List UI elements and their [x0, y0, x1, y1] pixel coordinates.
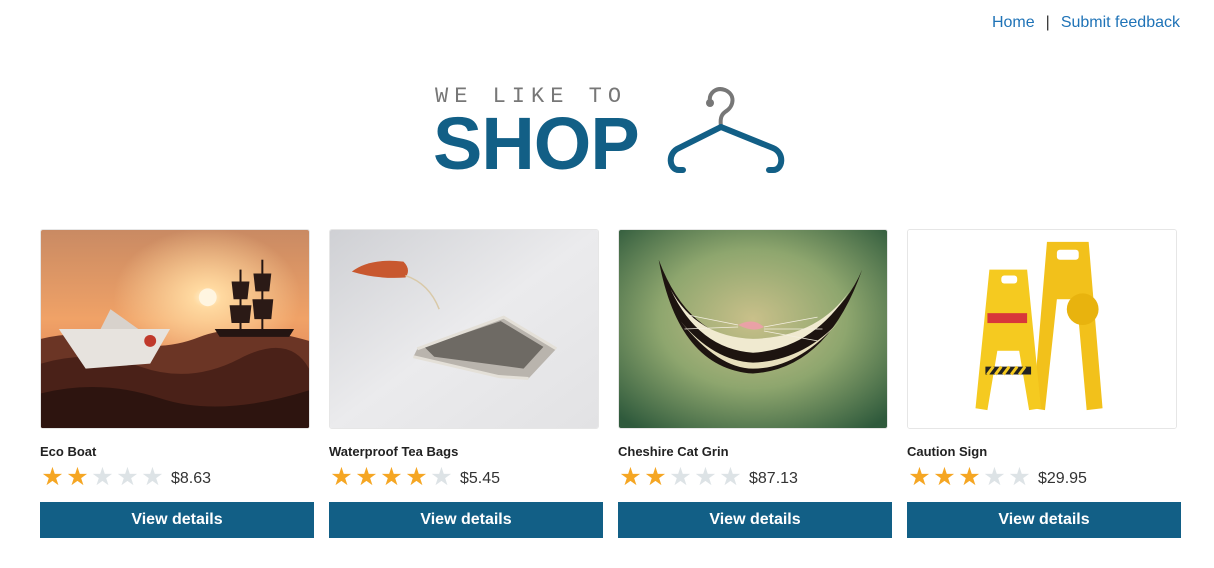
hanger-icon [667, 87, 785, 173]
product-rating: ★ ★ ★ ★ ★ $87.13 [618, 463, 892, 491]
view-details-button[interactable]: View details [40, 502, 314, 538]
product-card: Waterproof Tea Bags ★ ★ ★ ★ ★ $5.45 View… [329, 229, 603, 538]
site-logo[interactable]: WE LIKE TO SHOP [433, 82, 789, 182]
product-name: Caution Sign [907, 444, 988, 459]
product-card: Caution Sign ★ ★ ★ ★ ★ $29.95 View detai… [907, 229, 1181, 538]
product-image-cheshire-cat-grin[interactable] [618, 229, 888, 429]
star-icon: ★ [66, 463, 89, 491]
submit-feedback-link[interactable]: Submit feedback [1061, 13, 1180, 33]
star-icon: ★ [430, 463, 453, 491]
product-rating: ★ ★ ★ ★ ★ $5.45 [329, 463, 603, 491]
star-icon: ★ [958, 463, 981, 491]
star-icon: ★ [116, 463, 139, 491]
product-name: Eco Boat [40, 444, 97, 459]
star-icon: ★ [41, 463, 64, 491]
star-icon: ★ [380, 463, 403, 491]
star-icon: ★ [933, 463, 956, 491]
logo-word: SHOP [433, 102, 640, 185]
view-details-button[interactable]: View details [329, 502, 603, 538]
nav-separator: | [1045, 14, 1050, 31]
home-link[interactable]: Home [992, 13, 1035, 33]
product-rating: ★ ★ ★ ★ ★ $8.63 [40, 463, 314, 491]
product-price: $8.63 [171, 470, 212, 487]
star-icon: ★ [719, 463, 742, 491]
star-icon: ★ [644, 463, 667, 491]
star-icon: ★ [669, 463, 692, 491]
product-image-waterproof-tea-bags[interactable] [329, 229, 599, 429]
product-grid: Eco Boat ★ ★ ★ ★ ★ $8.63 View details Wa… [40, 229, 1181, 538]
star-icon: ★ [619, 463, 642, 491]
star-icon: ★ [694, 463, 717, 491]
top-nav: Home | Submit feedback [992, 13, 1180, 33]
product-image-eco-boat[interactable] [40, 229, 310, 429]
view-details-button[interactable]: View details [907, 502, 1181, 538]
product-card: Eco Boat ★ ★ ★ ★ ★ $8.63 View details [40, 229, 314, 538]
product-name: Cheshire Cat Grin [618, 444, 729, 459]
product-image-caution-sign[interactable] [907, 229, 1177, 429]
view-details-button[interactable]: View details [618, 502, 892, 538]
star-icon: ★ [908, 463, 931, 491]
star-icon: ★ [141, 463, 164, 491]
star-icon: ★ [330, 463, 353, 491]
product-name: Waterproof Tea Bags [329, 444, 459, 459]
product-rating: ★ ★ ★ ★ ★ $29.95 [907, 463, 1181, 491]
product-price: $29.95 [1038, 470, 1087, 487]
product-price: $87.13 [749, 470, 798, 487]
star-icon: ★ [983, 463, 1006, 491]
product-card: Cheshire Cat Grin ★ ★ ★ ★ ★ $87.13 View … [618, 229, 892, 538]
star-icon: ★ [355, 463, 378, 491]
star-icon: ★ [1008, 463, 1031, 491]
star-icon: ★ [405, 463, 428, 491]
star-icon: ★ [91, 463, 114, 491]
product-price: $5.45 [460, 470, 501, 487]
